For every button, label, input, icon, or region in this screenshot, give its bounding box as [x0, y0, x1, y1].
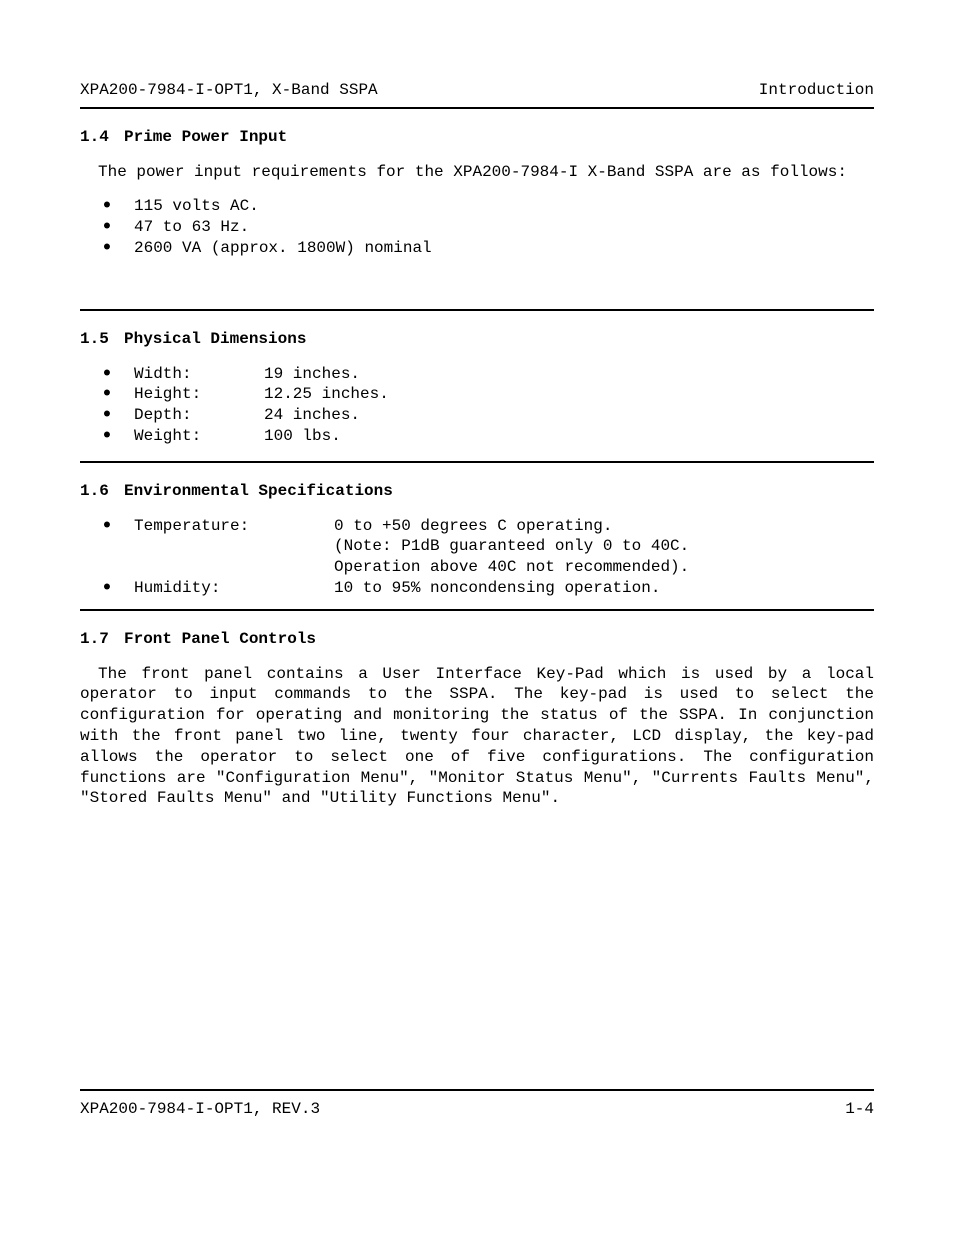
footer-right: 1-4	[845, 1099, 874, 1120]
bullet-label: Depth:	[134, 405, 264, 426]
bullet-value: 100 lbs.	[264, 426, 341, 447]
header-right: Introduction	[759, 80, 874, 101]
section-number: 1.4	[80, 127, 124, 148]
section-heading-1-4: 1.4 Prime Power Input	[80, 127, 874, 148]
section-1-5-bullets: • Width: 19 inches. • Height: 12.25 inch…	[80, 364, 874, 447]
bullet-label: Humidity:	[134, 578, 334, 599]
bullet-label: Temperature:	[134, 516, 334, 537]
list-item: • Humidity: 10 to 95% noncondensing oper…	[80, 578, 874, 599]
list-item: • Height: 12.25 inches.	[80, 384, 874, 405]
header-left: XPA200-7984-I-OPT1, X-Band SSPA	[80, 80, 378, 101]
bullet-value: 12.25 inches.	[264, 384, 389, 405]
list-item: • Temperature: 0 to +50 degrees C operat…	[80, 516, 874, 578]
section-number: 1.6	[80, 481, 124, 502]
bullet-icon: •	[80, 221, 134, 235]
list-item: • 115 volts AC.	[80, 196, 874, 217]
bullet-value: 24 inches.	[264, 405, 360, 426]
bullet-label: Height:	[134, 384, 264, 405]
section-heading-1-6: 1.6 Environmental Specifications	[80, 481, 874, 502]
bullet-label: Width:	[134, 364, 264, 385]
page-footer: XPA200-7984-I-OPT1, REV.3 1-4	[80, 1089, 874, 1120]
section-title: Physical Dimensions	[124, 329, 306, 350]
bullet-icon: •	[80, 388, 134, 402]
bullet-icon: •	[80, 520, 134, 534]
footer-left: XPA200-7984-I-OPT1, REV.3	[80, 1099, 320, 1120]
list-item: • Depth: 24 inches.	[80, 405, 874, 426]
list-item: • Weight: 100 lbs.	[80, 426, 874, 447]
section-number: 1.5	[80, 329, 124, 350]
section-1-7-paragraph: The front panel contains a User Interfac…	[80, 664, 874, 810]
bullet-icon: •	[80, 200, 134, 214]
bullet-icon: •	[80, 242, 134, 256]
section-number: 1.7	[80, 629, 124, 650]
bullet-icon: •	[80, 368, 134, 382]
bullet-value: 0 to +50 degrees C operating. (Note: P1d…	[334, 516, 689, 578]
page-header: XPA200-7984-I-OPT1, X-Band SSPA Introduc…	[80, 80, 874, 101]
list-item: • 47 to 63 Hz.	[80, 217, 874, 238]
section-1-6-bullets: • Temperature: 0 to +50 degrees C operat…	[80, 516, 874, 599]
section-heading-1-5: 1.5 Physical Dimensions	[80, 329, 874, 350]
section-rule	[80, 461, 874, 463]
bullet-icon: •	[80, 409, 134, 423]
section-heading-1-7: 1.7 Front Panel Controls	[80, 629, 874, 650]
section-rule	[80, 309, 874, 311]
header-rule	[80, 107, 874, 109]
list-item: • 2600 VA (approx. 1800W) nominal	[80, 238, 874, 259]
section-title: Front Panel Controls	[124, 629, 316, 650]
section-title: Prime Power Input	[124, 127, 287, 148]
bullet-value: 19 inches.	[264, 364, 360, 385]
bullet-label: Weight:	[134, 426, 264, 447]
footer-rule	[80, 1089, 874, 1091]
section-1-4-bullets: • 115 volts AC. • 47 to 63 Hz. • 2600 VA…	[80, 196, 874, 258]
bullet-value: 10 to 95% noncondensing operation.	[334, 578, 660, 599]
bullet-text: 115 volts AC.	[134, 196, 259, 217]
bullet-text: 2600 VA (approx. 1800W) nominal	[134, 238, 432, 259]
bullet-text: 47 to 63 Hz.	[134, 217, 249, 238]
list-item: • Width: 19 inches.	[80, 364, 874, 385]
section-1-4-intro: The power input requirements for the XPA…	[80, 162, 874, 183]
section-rule	[80, 609, 874, 611]
section-title: Environmental Specifications	[124, 481, 393, 502]
bullet-icon: •	[80, 582, 134, 596]
bullet-icon: •	[80, 430, 134, 444]
